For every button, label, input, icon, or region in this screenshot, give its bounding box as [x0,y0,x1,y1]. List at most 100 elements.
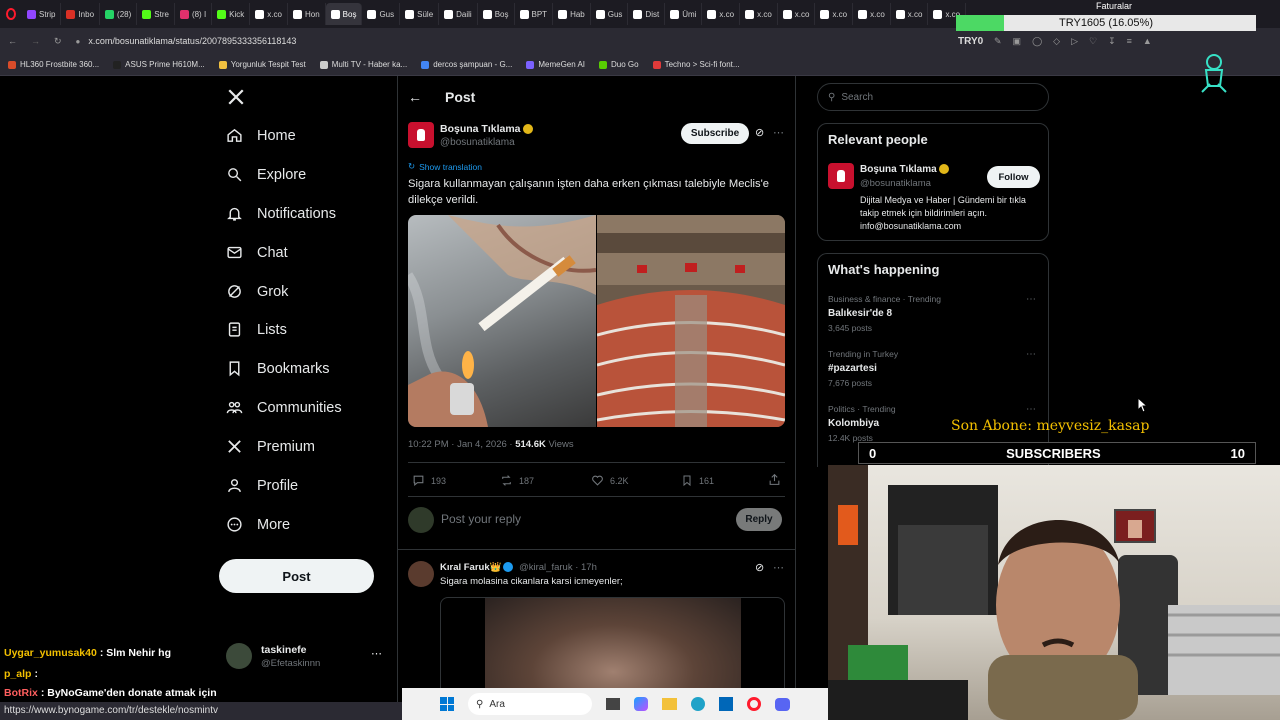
opera-logo-icon[interactable] [0,3,22,25]
browser-tab[interactable]: x.co [891,3,929,25]
browser-tab[interactable]: (8) I [175,3,213,25]
nav-item-more[interactable]: More [226,516,290,533]
edit-icon[interactable]: ✎ [994,36,1002,47]
bookmark-item[interactable]: HL360 Frostbite 360... [8,60,99,69]
bookmark-item[interactable]: Multi TV - Haber ka... [319,60,407,69]
browser-tab[interactable]: Ümi [665,3,703,25]
extension-icon[interactable]: ▲ [1143,36,1152,47]
browser-tab[interactable]: x.co [250,3,288,25]
url-text[interactable]: x.com/bosunatiklama/status/2007895333356… [88,36,296,46]
nav-item-notifications[interactable]: Notifications [226,205,336,222]
grok-icon[interactable]: ⊘ [755,126,764,139]
browser-tab[interactable]: Stre [137,3,175,25]
bookmark-item[interactable]: MemeGen AI [526,60,585,69]
repost-count[interactable]: 187 [500,474,534,487]
heart-icon[interactable]: ♡ [1089,36,1097,47]
trend-more-icon[interactable]: ⋯ [1026,349,1036,360]
reply-more-icon[interactable]: ⋯ [773,561,784,574]
bookmark-item[interactable]: Techno > Sci-fi font... [652,60,740,69]
forward-icon[interactable]: → [31,36,40,46]
back-icon[interactable]: ← [8,36,17,46]
taskbar-copilot-icon[interactable] [634,697,648,711]
trend-item[interactable]: Business & finance · Trending Balıkesir'd… [828,294,1040,339]
reply-author[interactable]: Kıral Faruk👑 @kiral_faruk · 17h [440,562,597,573]
taskbar-search[interactable]: ⚲ Ara [468,693,592,715]
extension-label[interactable]: TRY0 [958,36,983,47]
taskbar-folder-icon[interactable] [662,698,677,710]
reply-author-avatar[interactable] [408,561,434,587]
browser-tab[interactable]: Daili [439,3,478,25]
like-count[interactable]: 6.2K [591,474,629,487]
shield-icon[interactable]: ◯ [1032,36,1042,47]
follow-button[interactable]: Follow [987,166,1040,188]
menu-icon[interactable]: ≡ [1127,36,1132,47]
search-input[interactable]: ⚲ Search [817,83,1049,111]
more-icon[interactable]: ⋯ [371,647,382,660]
tag-icon[interactable]: ◇ [1053,36,1060,47]
browser-tab[interactable]: x.co [778,3,816,25]
reply-button[interactable]: Reply [736,508,782,531]
taskbar-opera-icon[interactable] [747,697,761,711]
bookmark-item[interactable]: Yorgunluk Tespit Test [218,60,306,69]
taskbar-store-icon[interactable] [719,697,733,711]
post-more-icon[interactable]: ⋯ [773,126,784,139]
nav-item-communities[interactable]: Communities [226,399,342,416]
nav-item-premium[interactable]: Premium [226,438,315,455]
camera-icon[interactable]: ▣ [1013,36,1022,47]
show-translation-link[interactable]: ↻ Show translation [408,161,482,172]
nav-item-grok[interactable]: Grok [226,283,288,300]
taskbar-discord-icon[interactable] [775,697,790,711]
browser-tab[interactable]: Gus [591,3,629,25]
nav-item-home[interactable]: Home [226,127,296,144]
bookmark-item[interactable]: dercos şampuan - G... [421,60,512,69]
browser-tab[interactable]: Süle [400,3,440,25]
x-logo-icon[interactable] [227,88,245,111]
taskbar-explorer-icon[interactable] [606,698,620,710]
reply-count[interactable]: 193 [412,474,446,487]
browser-tab[interactable]: Hon [288,3,326,25]
browser-tab[interactable]: (28) [100,3,138,25]
nav-item-profile[interactable]: Profile [226,477,298,494]
account-switcher[interactable]: taskinefe @Efetaskinnn ⋯ [226,642,386,676]
browser-tab[interactable]: x.co [853,3,891,25]
back-arrow-icon[interactable]: ← [408,89,422,105]
browser-tab[interactable]: x.co [702,3,741,25]
reply-input[interactable]: Post your reply [441,512,721,530]
browser-tab[interactable]: BPT [515,3,554,25]
browser-tab[interactable]: Inbo [61,3,101,25]
nav-item-chat[interactable]: Chat [226,244,288,261]
bookmark-item[interactable]: ASUS Prime H610M... [113,60,205,69]
browser-tab[interactable]: Dist [628,3,666,25]
subscribe-button[interactable]: Subscribe [681,123,749,144]
browser-tab[interactable]: Hab [553,3,591,25]
author-handle[interactable]: @bosunatiklama [440,137,515,148]
nav-item-bookmarks[interactable]: Bookmarks [226,360,330,377]
relevant-person-avatar[interactable] [828,163,854,189]
reply-grok-icon[interactable]: ⊘ [755,561,764,574]
browser-tab[interactable]: Boş [478,3,515,25]
relevant-person-name[interactable]: Boşuna Tıklama [860,164,949,175]
nav-item-explore[interactable]: Explore [226,166,306,183]
browser-tab[interactable]: x.co [740,3,778,25]
post-image-cigarette[interactable] [408,215,596,427]
browser-tab[interactable]: x.co [815,3,854,25]
nav-item-lists[interactable]: Lists [226,321,287,338]
share-icon[interactable] [768,473,781,491]
taskbar-edge-icon[interactable] [691,697,705,711]
author-avatar[interactable] [408,122,434,148]
browser-tab[interactable]: Strip [22,3,62,25]
post-image-parliament[interactable] [597,215,785,427]
play-icon[interactable]: ▷ [1071,36,1078,47]
windows-start-icon[interactable] [440,697,454,711]
post-button[interactable]: Post [219,559,374,593]
trend-more-icon[interactable]: ⋯ [1026,404,1036,415]
bookmark-count[interactable]: 161 [681,474,714,487]
trend-more-icon[interactable]: ⋯ [1026,294,1036,305]
download-icon[interactable]: ↧ [1108,36,1116,47]
browser-tab[interactable]: Boş [325,3,363,25]
bookmark-item[interactable]: Duo Go [599,60,639,69]
trend-item[interactable]: Trending in Turkey #pazartesi 7,676 posts ⋯ [828,349,1040,394]
author-name[interactable]: Boşuna Tıklama [440,123,533,135]
browser-tab[interactable]: Gus [362,3,401,25]
browser-tab[interactable]: Kick [212,3,251,25]
